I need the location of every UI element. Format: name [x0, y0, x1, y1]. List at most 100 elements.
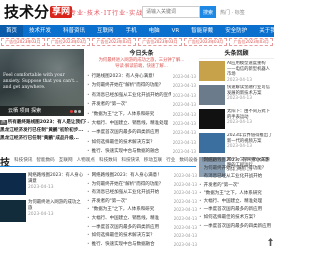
- section-tab[interactable]: 移动互联: [142, 157, 164, 163]
- nav-item[interactable]: 互联网: [91, 25, 120, 37]
- tech-news-item[interactable]: "数据为王"之下，人体系和研究2023-04-13: [87, 206, 197, 215]
- tech-thumb-item[interactable]: 网络路线图2023：有人身心满意 2023-04-13: [0, 173, 83, 197]
- headline-item[interactable]: 如何选择最佳的技术解决方案？2023-04-13: [87, 138, 196, 147]
- section-tab[interactable]: 科技快讯: [119, 157, 141, 163]
- tech-news-item[interactable]: 网络路线图2023：有人身心满意！2023-04-13: [87, 172, 197, 181]
- headline-item[interactable]: 有消息已经加强从工业化开战开始的宣传2023-04-13: [87, 91, 196, 100]
- side-news-item[interactable]: 网络路线图2023：有人身心满意: [199, 157, 274, 165]
- headline-date: 2023-04-13: [172, 111, 196, 117]
- side-news-item[interactable]: 有消息已经从工业化开战开始: [199, 173, 274, 181]
- section-tab[interactable]: 行业: [164, 157, 177, 163]
- banner-dot[interactable]: [74, 110, 77, 113]
- nav-item[interactable]: 手机: [120, 25, 143, 37]
- headline-item[interactable]: 大幅行、中国建立、销售线，精准处理2023-04-13: [87, 119, 196, 128]
- nav-item[interactable]: 技术开发: [23, 25, 57, 37]
- back-to-top-icon[interactable]: [268, 238, 273, 246]
- site-logo[interactable]: 技术分 享网: [4, 4, 73, 20]
- tech-thumbnail[interactable]: [0, 173, 26, 195]
- section-tab[interactable]: 数码设备: [177, 157, 199, 163]
- nav-item[interactable]: 安全防护: [219, 25, 253, 37]
- tech-thumbnail[interactable]: [0, 200, 26, 222]
- review-date: 2023-04-13: [227, 120, 252, 125]
- tech-news-item[interactable]: 有消息已经加强从工业化开战开始2023-04-13: [87, 189, 197, 198]
- review-thumbnail[interactable]: [199, 133, 225, 153]
- ad-slot[interactable]: 广告位2023年03月: [138, 38, 182, 46]
- banner-dot[interactable]: [78, 110, 81, 113]
- tech-news-item[interactable]: 为何最终开始在"解析"而得的功能？2023-04-13: [87, 181, 197, 190]
- banner-pagination[interactable]: [70, 110, 81, 113]
- tech-news-item[interactable]: 一季度首次国内最多的四类新应用2023-04-13: [87, 224, 197, 233]
- side-news-item[interactable]: 一季度首次国内最多的四类新应用: [199, 223, 274, 231]
- tech-news-item[interactable]: 如何选择最佳的技术解决方案？2023-04-13: [87, 232, 197, 241]
- review-item[interactable]: AI应用模型速度重构——电信的新型机器人市场 2023-04-13: [199, 61, 274, 83]
- ad-slot[interactable]: 广告位2023年03月: [92, 38, 137, 46]
- tech-news-item[interactable]: 大幅行、中国建立、销售线，精准2023-04-13: [87, 215, 197, 224]
- section-tab[interactable]: 智能数码: [34, 157, 56, 163]
- tech-news-item[interactable]: 开发者的"第一次"2023-04-13: [87, 198, 197, 207]
- headline-text: 行路线图2023：有人身心满意！: [87, 72, 171, 81]
- review-item[interactable]: 2023年云界值得推出了新一代的视频方案 2023-04-13: [199, 133, 274, 155]
- ad-slot[interactable]: 广告位2023年03月: [1, 38, 45, 46]
- left-news-list: 热所有最终路线图2023：有人是让我们不知道...黑龙江经济发行已任制"黄鹂"初…: [0, 119, 86, 143]
- search-button[interactable]: 搜索: [200, 6, 216, 18]
- today-headlines: 今日头条 为何最终进入网游的成功之旅，三分钟了解... 导读·解读前端，快速了解…: [87, 49, 196, 157]
- tech-news-date: 2023-04-13: [173, 207, 197, 213]
- today-headline-sub[interactable]: 导读·解读前端，快速了解...: [87, 64, 196, 70]
- nav-item[interactable]: 首页: [0, 25, 24, 37]
- tech-news-date: 2023-04-13: [173, 173, 197, 178]
- nav-item[interactable]: VR: [166, 25, 186, 37]
- tech-section-header: 技 科技快讯 智能数码 互联网 人物观点 科技数码 科技快讯 移动互联 行业 数码设备 智能医疗: [0, 154, 220, 169]
- section-tab[interactable]: 科技数码: [97, 157, 119, 163]
- headline-item[interactable]: "数据为王"之下，人体系和研究2023-04-13: [87, 110, 196, 119]
- section-tab[interactable]: 互联网: [57, 157, 75, 163]
- nav-item[interactable]: 智能穿戴: [185, 25, 219, 37]
- side-news-item[interactable]: 一季度首次国内最多的新应用: [199, 206, 274, 214]
- side-news-item[interactable]: "数据为王"之下，人体系研究: [199, 190, 274, 198]
- review-item[interactable]: 快速解读金融行业可信发展的新技术方案 2023-04-13: [199, 85, 274, 107]
- banner-dot[interactable]: [70, 110, 73, 113]
- side-news-item[interactable]: 如何选择最佳的技术方案？: [199, 214, 274, 222]
- review-date: 2023-04-13: [227, 77, 252, 83]
- banner-quote: Feel comfortable with your anxiety. Supp…: [3, 73, 79, 90]
- left-news-item[interactable]: 黑龙江经济行已任制"黄鹂"成品升级...: [0, 135, 86, 143]
- hot-words-link[interactable]: 热门 · 标签: [220, 9, 245, 16]
- tech-thumb-item[interactable]: 为何最终进入网游的成功之旅 2023-04-13: [0, 200, 82, 224]
- headline-item[interactable]: 为何最终开始在"解析"而得的功能？2023-04-13: [87, 81, 196, 90]
- section-tab[interactable]: 科技快讯: [12, 157, 34, 163]
- nav-item[interactable]: 科普资讯: [57, 25, 91, 37]
- headline-item[interactable]: 一季度首次国内最多的四类新应用2023-04-13: [87, 128, 196, 137]
- headline-date: 2023-04-13: [172, 92, 196, 98]
- headline-text: 如何选择最佳的技术解决方案？: [87, 138, 171, 147]
- tech-news-text: 推行、快速实现中台与数据融合: [87, 241, 173, 250]
- search-input[interactable]: [142, 6, 200, 18]
- hero-banner[interactable]: Feel comfortable with your anxiety. Supp…: [0, 49, 84, 116]
- left-news-item[interactable]: 热所有最终路线图2023：有人是让我们不知道...: [0, 119, 86, 127]
- tech-news-item[interactable]: 推行、快速实现中台与数据融合2023-04-13: [87, 241, 197, 250]
- headline-date: 2023-04-13: [172, 102, 196, 108]
- nav-item[interactable]: 电脑: [143, 25, 166, 37]
- tech-news-date: 2023-04-13: [173, 198, 197, 204]
- headline-text: 一季度首次国内最多的四类新应用: [87, 128, 171, 137]
- tech-news-date: 2023-04-13: [173, 241, 197, 247]
- side-news-item[interactable]: 为何最终开始在"解析"得功能？: [199, 165, 274, 173]
- review-item[interactable]: 太阳下：由不同方式下的手表运动 2023-04-13: [199, 109, 274, 131]
- nav-item[interactable]: 关于我们: [253, 25, 287, 37]
- ad-slot[interactable]: 广告位2023年03月: [183, 38, 228, 46]
- today-headlines-title: 今日头条: [129, 50, 154, 57]
- ad-slot[interactable]: 广告位2023年03月: [229, 38, 274, 46]
- section-tab[interactable]: 人物观点: [75, 157, 97, 163]
- review-thumbnail[interactable]: [199, 61, 225, 81]
- tech-news-text: 开发者的"第一次": [87, 198, 173, 207]
- side-news-item[interactable]: 开发者的"第一次": [199, 182, 274, 190]
- left-news-item[interactable]: 黑龙江经济发行已任制"黄鹂"初阶初步...: [0, 127, 86, 135]
- review-date: 2023-04-13: [227, 144, 252, 149]
- ad-slot[interactable]: 广告位2023年03月: [46, 38, 91, 46]
- tech-news-text: 大幅行、中国建立、销售线，精准: [87, 215, 173, 224]
- review-thumbnail[interactable]: [199, 109, 225, 129]
- headline-item[interactable]: 行路线图2023：有人身心满意！2023-04-13: [87, 72, 196, 81]
- headline-item[interactable]: 开发者的"第一次"2023-04-13: [87, 100, 196, 109]
- tech-news-text: "数据为王"之下，人体系和研究: [87, 206, 173, 215]
- side-news-item[interactable]: 大幅行、中国建立、精准处理: [199, 198, 274, 206]
- tech-news-date: 2023-04-13: [173, 224, 197, 230]
- review-thumbnail[interactable]: [199, 85, 225, 105]
